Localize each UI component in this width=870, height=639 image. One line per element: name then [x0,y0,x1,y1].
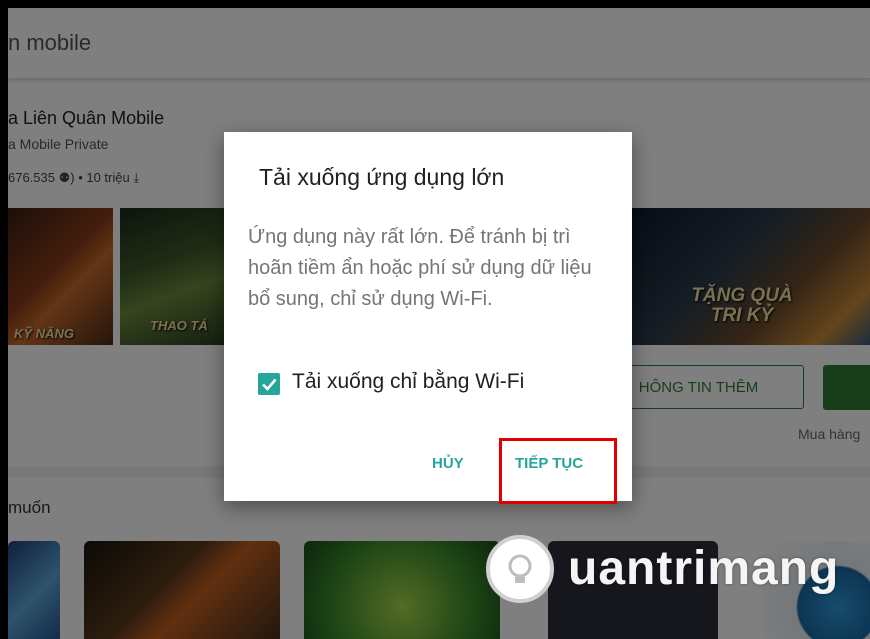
dialog-title: Tải xuống ứng dụng lớn [259,164,505,190]
wifi-only-label[interactable]: Tải xuống chỉ bằng Wi-Fi [292,370,524,394]
continue-button[interactable]: TIẾP TỤC [515,455,583,472]
cancel-button[interactable]: HỦY [432,455,464,472]
wifi-only-checkbox[interactable] [258,373,280,395]
dialog-message: Ứng dụng này rất lớn. Để tránh bị trì ho… [248,226,592,310]
large-download-dialog: Tải xuống ứng dụng lớn Ứng dụng này rất … [224,132,632,504]
check-icon [262,378,277,391]
play-store-screen: n mobile a Liên Quân Mobile a Mobile Pri… [8,8,870,639]
